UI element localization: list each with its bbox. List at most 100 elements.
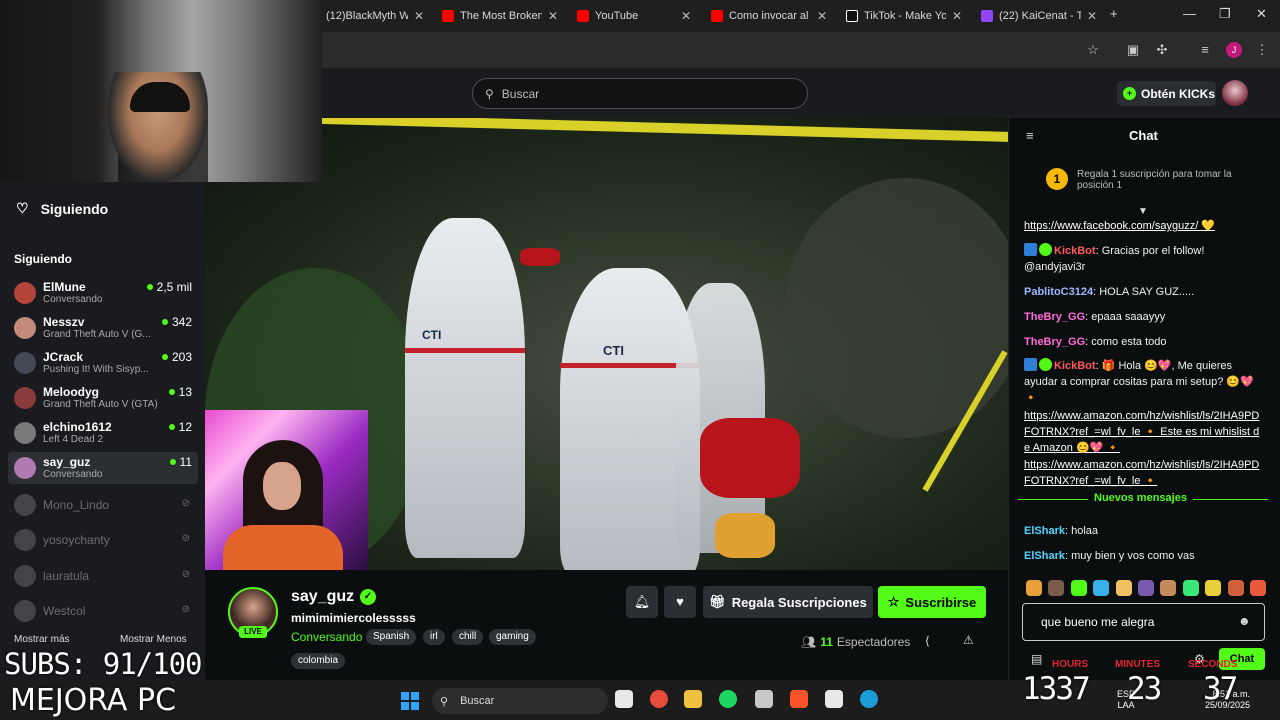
channel-name: Nesszv	[43, 315, 85, 329]
offline-icon: ⊘	[181, 569, 190, 580]
chat-username[interactable]: TheBry_GG	[1024, 311, 1085, 323]
chat-message: TheBry_GG: como esta todo	[1024, 334, 1260, 350]
file-explorer-icon[interactable]	[684, 690, 702, 708]
tab-youtube[interactable]: YouTube ✕	[569, 4, 699, 28]
share-icon[interactable]: ⟨	[925, 634, 930, 648]
sidebar-channel-elmune[interactable]: ElMune Conversando 2,5 mil	[8, 277, 198, 309]
chat-username[interactable]: TheBry_GG	[1024, 336, 1085, 348]
steam-icon[interactable]	[860, 690, 878, 708]
sidebar-channel-westcol[interactable]: Westcol ⊘	[8, 595, 198, 627]
tag-irl[interactable]: irl	[423, 629, 445, 645]
tag-spanish[interactable]: Spanish	[366, 629, 417, 645]
notification-bell-button[interactable]: 🔔︎	[626, 586, 658, 618]
sidebar-channel-mono_lindo[interactable]: Mono_Lindo ⊘	[8, 489, 198, 521]
chat-input[interactable]: que bueno me alegra	[1022, 603, 1265, 641]
subs-goal-overlay: SUBS: 91/100	[4, 647, 203, 681]
emote-icon[interactable]	[1205, 580, 1222, 596]
tag-colombia[interactable]: colombia	[291, 653, 346, 669]
task-view-icon[interactable]	[615, 690, 633, 708]
gift-leaderboard-banner[interactable]: 1 Regala 1 suscripción para tomar la pos…	[1046, 168, 1266, 198]
tiktok-icon	[846, 10, 858, 22]
more-menu-icon[interactable]: ⋮	[1254, 42, 1270, 58]
tab-most-broken[interactable]: The Most Broken ✕	[434, 4, 566, 28]
tab-title: Como invocar al D	[729, 10, 811, 22]
spotify-icon[interactable]	[719, 690, 737, 708]
sidebar-channel-yosoychanty[interactable]: yosoychanty ⊘	[8, 524, 198, 556]
chat-username[interactable]: KickBot	[1054, 360, 1096, 372]
chat-username[interactable]: ElShark	[1024, 525, 1065, 537]
emoji-icon[interactable]: ☻	[1238, 614, 1251, 628]
police-tape	[319, 118, 1008, 143]
close-icon[interactable]: ✕	[414, 9, 424, 23]
subscribe-button[interactable]: ☆ Suscribirse	[878, 586, 986, 618]
show-more-button[interactable]: Mostrar más	[14, 634, 70, 645]
get-kicks-button[interactable]: + Obtén KICKs	[1117, 81, 1216, 106]
bookmark-star-icon[interactable]: ☆	[1085, 42, 1101, 58]
screen-capture-icon[interactable]: ▣	[1125, 42, 1141, 58]
show-less-button[interactable]: Mostrar Menos	[120, 634, 187, 645]
channel-viewers: 2,5 mil	[146, 280, 192, 294]
tab-como-invocar[interactable]: Como invocar al D ✕	[703, 4, 835, 28]
sidebar-channel-say_guz[interactable]: say_guz Conversando 11	[8, 452, 198, 484]
new-tab-button[interactable]: +	[1110, 6, 1118, 21]
streamer-name[interactable]: say_guz	[291, 588, 354, 606]
sidebar-channel-nesszv[interactable]: Nesszv Grand Theft Auto V (G... 342	[8, 312, 198, 344]
user-avatar[interactable]	[1222, 80, 1248, 106]
chat-username[interactable]: KickBot	[1054, 245, 1096, 257]
emote-icon[interactable]	[1115, 580, 1132, 596]
chrome-icon[interactable]	[650, 690, 668, 708]
close-icon[interactable]: ✕	[548, 9, 558, 23]
chat-link[interactable]: https://www.facebook.com/sayguzz/ 💛	[1024, 220, 1215, 232]
close-icon[interactable]: ✕	[952, 9, 962, 23]
tab-kaicenat[interactable]: (22) KaiCenat - Tw ✕	[973, 4, 1105, 28]
emote-icon[interactable]	[1160, 580, 1177, 596]
viewer-count-label: Espectadores	[836, 635, 911, 649]
follow-heart-button[interactable]: ♥	[664, 586, 696, 618]
media-control-icon[interactable]: ≡	[1197, 42, 1213, 58]
app-icon[interactable]	[825, 690, 843, 708]
emote-icon[interactable]	[1227, 580, 1244, 596]
tag-gaming[interactable]: gaming	[489, 629, 536, 645]
chat-bubble-icon[interactable]: ▤	[1031, 652, 1042, 666]
scroll-down-icon[interactable]: ▼	[1138, 206, 1148, 217]
search-input[interactable]: ⚲ Buscar	[472, 78, 808, 109]
sidebar-channel-jcrack[interactable]: JCrack Pushing It! With Sisyp... 203	[8, 347, 198, 379]
emote-icon[interactable]	[1026, 580, 1042, 596]
close-icon[interactable]: ✕	[681, 9, 691, 23]
chat-username[interactable]: ElShark	[1024, 550, 1065, 562]
emote-icon[interactable]	[1093, 580, 1110, 596]
sidebar-channel-meloodyg[interactable]: Meloodyg Grand Theft Auto V (GTA) 13	[8, 382, 198, 414]
chat-message: ElShark: holaa	[1024, 523, 1260, 539]
tab-blackmyth[interactable]: (12)BlackMyth Wu ✕	[318, 4, 432, 28]
tab-tiktok[interactable]: TikTok - Make You ✕	[838, 4, 970, 28]
extensions-icon[interactable]: ✣	[1154, 42, 1170, 58]
windows-start-icon[interactable]	[401, 692, 419, 710]
channel-avatar	[14, 600, 36, 622]
brave-icon[interactable]	[790, 690, 808, 708]
report-icon[interactable]: ⚠	[963, 633, 974, 647]
chat-username[interactable]: PablitoC3124	[1024, 286, 1093, 298]
channel-avatar	[14, 565, 36, 587]
maximize-icon[interactable]: ❐	[1219, 6, 1231, 22]
emote-icon[interactable]	[1070, 580, 1087, 596]
emote-icon[interactable]	[1182, 580, 1199, 596]
chat-link[interactable]: https://www.amazon.com/hz/wishlist/ls/2I…	[1024, 459, 1259, 487]
tag-chill[interactable]: chill	[452, 629, 484, 645]
chat-menu-icon[interactable]: ≡	[1026, 128, 1034, 143]
app-icon[interactable]	[755, 690, 773, 708]
sidebar-channel-lauratula[interactable]: lauratula ⊘	[8, 560, 198, 592]
close-icon[interactable]: ✕	[817, 9, 827, 23]
minimize-icon[interactable]: —	[1183, 6, 1196, 21]
taskbar-search[interactable]: ⚲ Buscar	[432, 688, 608, 714]
chat-link[interactable]: https://www.amazon.com/hz/wishlist/ls/2I…	[1024, 410, 1259, 454]
emote-icon[interactable]	[1249, 580, 1266, 596]
close-icon[interactable]: ✕	[1087, 9, 1097, 23]
emote-icon[interactable]	[1137, 580, 1154, 596]
gift-subs-button[interactable]: 🎁︎ Regala Suscripciones	[703, 586, 873, 618]
browser-profile-avatar[interactable]: J	[1226, 42, 1242, 58]
close-window-icon[interactable]: ✕	[1256, 6, 1267, 22]
sidebar-channel-elchino1612[interactable]: elchino1612 Left 4 Dead 2 12	[8, 417, 198, 449]
stream-category[interactable]: Conversando	[291, 630, 362, 644]
emote-icon[interactable]	[1048, 580, 1065, 596]
following-nav-item[interactable]: ♡ Siguiendo	[16, 200, 108, 217]
